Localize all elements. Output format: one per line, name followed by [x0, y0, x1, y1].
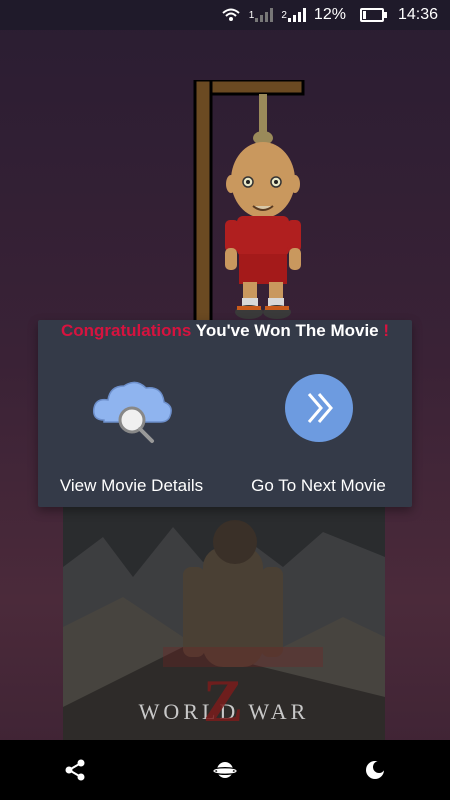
status-time: 14:36: [397, 6, 438, 23]
view-movie-details-button[interactable]: View Movie Details: [38, 368, 225, 507]
moon-icon: [366, 761, 385, 779]
won-movie-text: You've Won The Movie: [191, 321, 384, 340]
exclamation-text: !: [383, 321, 390, 340]
planet-button[interactable]: [195, 740, 255, 800]
dialog-title: Congratulations You've Won The Movie !: [38, 321, 412, 341]
sim2-signal-icon: 2: [281, 8, 306, 22]
view-movie-details-label: View Movie Details: [59, 476, 204, 495]
go-to-next-movie-button[interactable]: Go To Next Movie: [225, 368, 412, 507]
share-button[interactable]: [45, 740, 105, 800]
wifi-icon: [221, 7, 241, 23]
battery-percent: 12%: [313, 6, 346, 23]
congratulations-text: Congratulations: [60, 321, 192, 340]
bottom-nav-bar: [0, 740, 450, 800]
sim1-signal-icon: 1: [249, 8, 274, 22]
status-bar: 1 2 12% 14:36: [0, 0, 450, 30]
planet-icon: [213, 762, 237, 778]
moon-button[interactable]: [345, 740, 405, 800]
cloud-search-icon: [87, 368, 177, 448]
battery-icon: [354, 8, 387, 22]
movie-poster: WORLD WAR Z: [63, 507, 385, 740]
double-chevron-right-icon: [274, 368, 364, 448]
win-dialog: Congratulations You've Won The Movie ! V…: [38, 320, 412, 507]
share-icon: [65, 759, 85, 781]
poster-letter: Z: [203, 668, 244, 734]
go-to-next-movie-label: Go To Next Movie: [251, 476, 386, 495]
